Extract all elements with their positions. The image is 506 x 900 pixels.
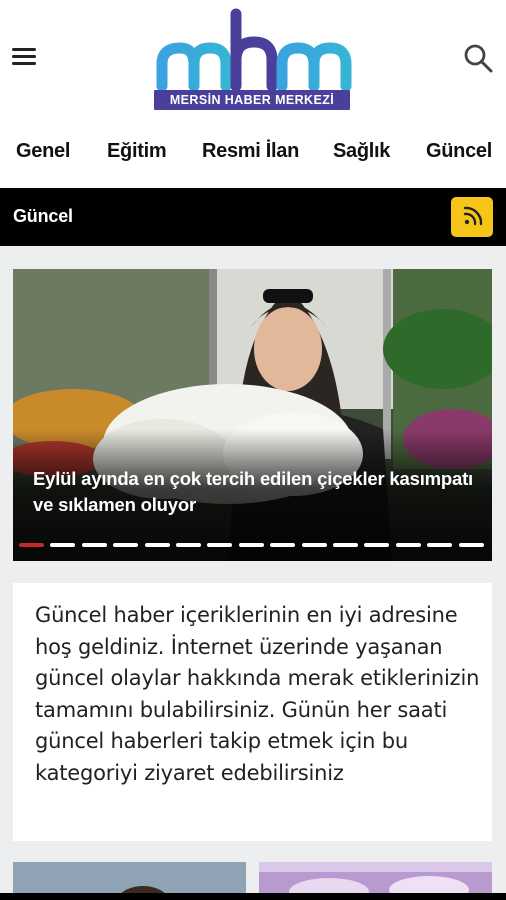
logo-mark-icon xyxy=(156,8,352,92)
nav-item-guncel[interactable]: Güncel xyxy=(426,140,492,163)
search-icon[interactable] xyxy=(462,42,494,74)
nav-item-egitim[interactable]: Eğitim xyxy=(107,140,167,163)
slider-dot[interactable] xyxy=(427,543,453,547)
slider-dot[interactable] xyxy=(301,543,327,547)
slider-dot[interactable] xyxy=(113,543,139,547)
slider-dot[interactable] xyxy=(458,543,484,547)
slider-dot[interactable] xyxy=(364,543,390,547)
slider-dot[interactable] xyxy=(238,543,264,547)
slider-dot[interactable] xyxy=(176,543,201,547)
slider-dot[interactable] xyxy=(395,543,421,547)
category-description-card: Güncel haber içeriklerinin en iyi adresi… xyxy=(13,583,492,841)
slider-dot[interactable] xyxy=(144,543,170,547)
hamburger-menu-icon[interactable] xyxy=(12,46,38,68)
nav-item-genel[interactable]: Genel xyxy=(16,140,70,163)
app-header: MERSİN HABER MERKEZİ xyxy=(0,0,506,122)
rss-feed-button[interactable] xyxy=(451,197,493,237)
rss-feed-icon xyxy=(463,206,483,226)
slider-dot[interactable] xyxy=(50,543,76,547)
slide-headline[interactable]: Eylül ayında en çok tercih edilen çiçekl… xyxy=(33,466,473,518)
nav-item-saglik[interactable]: Sağlık xyxy=(333,140,390,163)
slider-dot[interactable] xyxy=(81,543,107,547)
slider-dot[interactable] xyxy=(270,543,296,547)
slider-pagination xyxy=(19,543,489,547)
slider-dot[interactable] xyxy=(207,543,233,547)
site-logo[interactable]: MERSİN HABER MERKEZİ xyxy=(150,8,356,112)
category-nav: Genel Eğitim Resmi İlan Sağlık Güncel xyxy=(0,122,506,188)
slider-dot[interactable] xyxy=(19,543,44,547)
logo-text: MERSİN HABER MERKEZİ xyxy=(154,90,350,110)
nav-item-resmi-ilan[interactable]: Resmi İlan xyxy=(202,140,299,163)
bottom-edge xyxy=(0,893,506,900)
slider-dot[interactable] xyxy=(333,543,358,547)
category-title: Güncel xyxy=(13,206,73,226)
featured-news-slider[interactable]: Eylül ayında en çok tercih edilen çiçekl… xyxy=(13,269,492,561)
category-description: Güncel haber içeriklerinin en iyi adresi… xyxy=(35,603,480,785)
category-header: Güncel xyxy=(0,188,506,246)
